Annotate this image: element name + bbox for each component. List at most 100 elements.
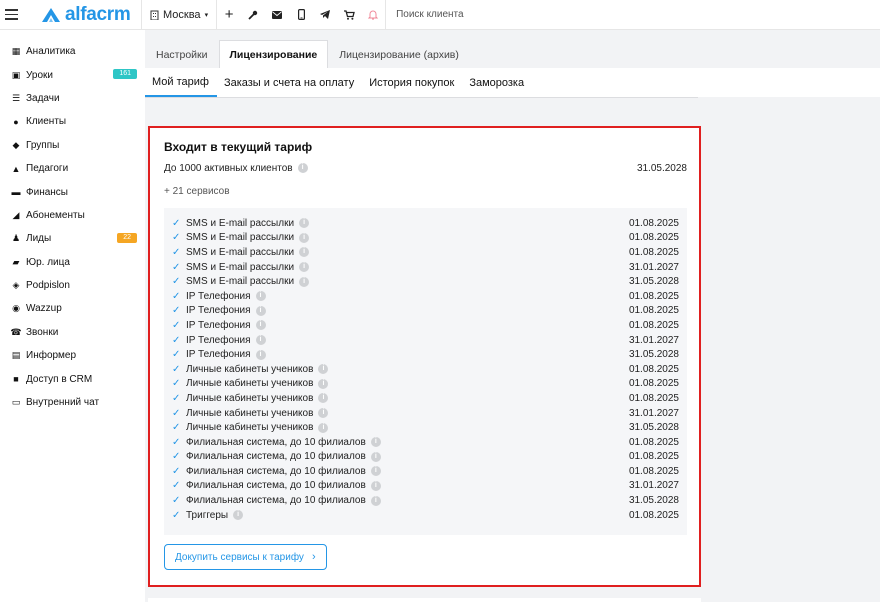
service-name: Филиальная система, до 10 филиалов [186,495,366,507]
info-icon[interactable]: i [370,495,381,506]
service-date: 31.01.2027 [628,261,679,273]
logo-mark-icon [42,7,60,22]
sidebar-item[interactable]: ▣ Уроки 161 [0,63,145,86]
service-name: Личные кабинеты учеников [186,378,314,390]
sidebar-item[interactable]: ▬ Финансы [0,180,145,203]
service-name-wrapper: ✓ Филиальная система, до 10 филиалов i [172,437,381,448]
info-icon[interactable]: i [255,291,266,302]
service-row: ✓ IP Телефония i 01.08.2025 [164,304,687,319]
sidebar-item[interactable]: ◢ Абонементы [0,204,145,227]
service-row: ✓ Личные кабинеты учеников i 31.01.2027 [164,406,687,421]
mail-button[interactable] [265,0,289,30]
info-icon[interactable]: i [318,378,329,389]
check-icon: ✓ [172,436,181,448]
sidebar-item[interactable]: ◉ Wazzup [0,297,145,320]
service-row: ✓ Личные кабинеты учеников i 01.08.2025 [164,362,687,377]
sidebar-item-label: Группы [26,139,60,151]
service-name: Триггеры [186,509,229,521]
divider [385,0,387,30]
info-icon[interactable]: i [255,335,266,346]
info-icon[interactable]: i [370,480,381,491]
tab-licensing[interactable]: Лицензирование [218,40,329,68]
info-icon[interactable]: i [233,510,244,521]
sidebar-item[interactable]: ▤ Информер [0,344,145,367]
service-row: ✓ IP Телефония i 01.08.2025 [164,289,687,304]
service-date: 01.08.2025 [628,465,679,477]
plan-name: До 1000 активных клиентов [164,163,293,174]
check-icon: ✓ [172,392,181,404]
service-date: 01.08.2025 [628,451,679,463]
service-name-wrapper: ✓ Филиальная система, до 10 филиалов i [172,451,381,462]
service-row: ✓ SMS и E-mail рассылки i 01.08.2025 [164,216,687,231]
buy-services-button[interactable]: Докупить сервисы к тарифу › [164,544,327,570]
telegram-button[interactable] [313,0,337,30]
info-icon[interactable]: i [297,163,308,174]
sidebar-item[interactable]: ◈ Podpislon [0,274,145,297]
tools-button[interactable] [241,0,265,30]
notifications-button[interactable] [361,0,385,30]
tab-settings[interactable]: Настройки [145,40,219,68]
service-name-wrapper: ✓ IP Телефония i [172,291,266,302]
sidebar-item[interactable]: ♟ Лиды 22 [0,227,145,250]
service-row: ✓ Личные кабинеты учеников i 01.08.2025 [164,377,687,392]
service-row: ✓ Филиальная система, до 10 филиалов i 01.0… [164,435,687,450]
service-name-wrapper: ✓ IP Телефония i [172,335,266,346]
info-icon[interactable]: i [370,466,381,477]
info-icon[interactable]: i [255,349,266,360]
check-icon: ✓ [172,495,181,507]
subtab-freeze[interactable]: Заморозка [461,68,532,97]
sidebar-item[interactable]: ■ Доступ в CRM [0,367,145,390]
info-icon[interactable]: i [255,320,266,331]
subtab-my-tariff[interactable]: Мой тариф [145,68,217,97]
info-icon[interactable]: i [299,262,310,273]
chat-icon: ▭ [11,397,21,408]
groups-icon: ◆ [12,139,20,150]
cart-button[interactable] [337,0,361,30]
cart-icon [343,9,355,20]
sidebar-item-label: Доступ в CRM [26,373,93,385]
sidebar-item[interactable]: ▦ Аналитика [0,40,145,63]
sidebar-item[interactable]: ☰ Задачи [0,87,145,110]
client-search[interactable]: Поиск клиента [396,9,464,20]
service-name: IP Телефония [186,319,251,331]
sidebar-item[interactable]: ◆ Группы [0,134,145,157]
sidebar-item[interactable]: ▲ Педагоги [0,157,145,180]
service-date: 01.08.2025 [628,509,679,521]
sidebar-item[interactable]: ▭ Внутренний чат [0,391,145,414]
service-name-wrapper: ✓ SMS и E-mail рассылки i [172,276,310,287]
leads-icon: ♟ [11,233,21,244]
info-icon[interactable]: i [370,437,381,448]
service-row: ✓ Филиальная система, до 10 филиалов i 31.0… [164,479,687,494]
sidebar-item[interactable]: ▰ Юр. лица [0,251,145,274]
info-icon[interactable]: i [299,276,310,287]
subtab-orders[interactable]: Заказы и счета на оплату [216,68,362,97]
city-select[interactable]: Москва ▾ [142,0,216,30]
check-icon: ✓ [172,363,181,375]
menu-icon[interactable] [5,5,29,25]
info-icon[interactable]: i [318,393,329,404]
service-date: 31.01.2027 [628,480,679,492]
info-icon[interactable]: i [255,305,266,316]
mobile-button[interactable] [289,0,313,30]
info-icon[interactable]: i [318,364,329,375]
info-icon[interactable]: i [299,232,310,243]
add-button[interactable]: + [217,0,241,30]
info-icon[interactable]: i [318,408,329,419]
logo[interactable]: alfacrm [41,4,141,26]
sidebar-item-label: Лиды [26,233,52,245]
info-icon[interactable]: i [370,451,381,462]
sidebar-item-label: Клиенты [26,116,67,128]
service-name-wrapper: ✓ Личные кабинеты учеников i [172,363,329,375]
service-date: 01.08.2025 [628,319,679,331]
info-icon[interactable]: i [318,422,329,433]
sidebar-item[interactable]: ☎ Звонки [0,321,145,344]
sidebar-item-label: Финансы [26,186,68,198]
tab-licensing-archive[interactable]: Лицензирование (архив) [328,40,470,68]
check-icon: ✓ [172,319,181,331]
service-name: Личные кабинеты учеников [186,392,314,404]
info-icon[interactable]: i [299,247,310,258]
info-icon[interactable]: i [299,218,310,229]
sidebar-item[interactable]: ● Клиенты [0,110,145,133]
chevron-down-icon: ▾ [204,11,209,19]
subtab-purchase-history[interactable]: История покупок [361,68,462,97]
